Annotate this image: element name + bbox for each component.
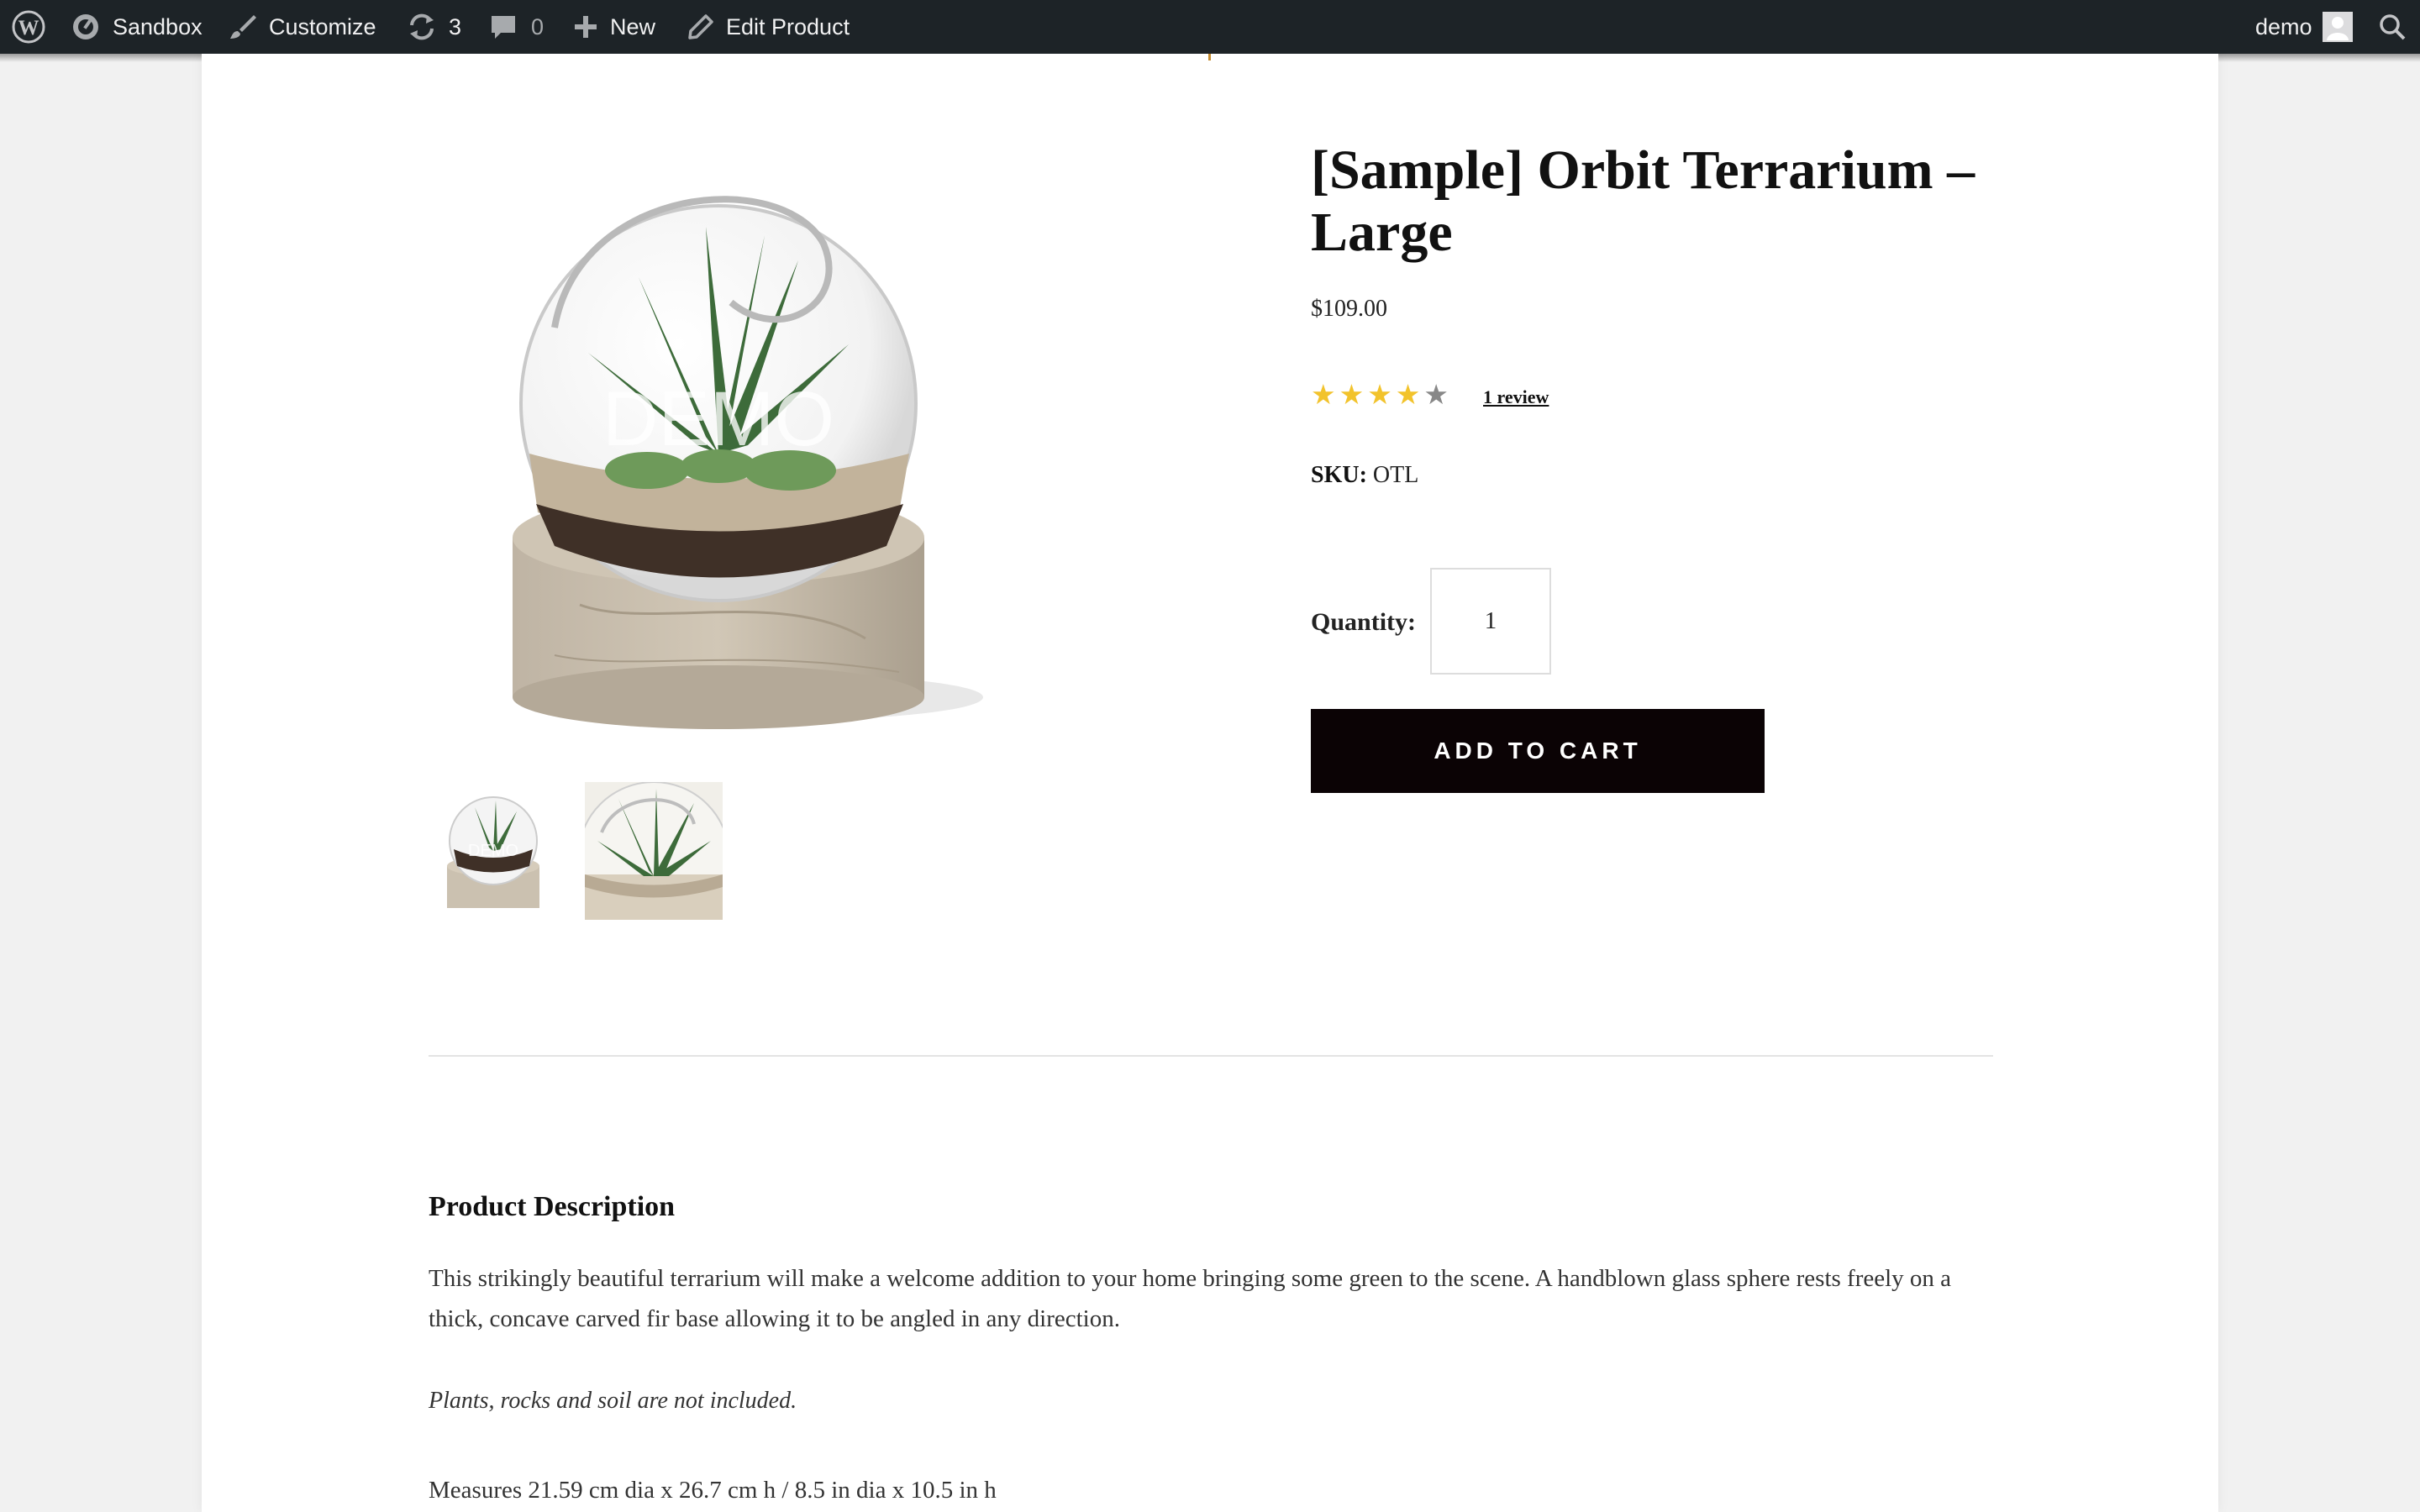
star-empty-icon: ★ (1423, 378, 1449, 411)
header-accent-line (1208, 54, 1211, 60)
customize-link[interactable]: Customize (229, 0, 376, 54)
description-heading: Product Description (429, 1191, 676, 1222)
add-to-cart-button[interactable]: ADD TO CART (1311, 709, 1765, 793)
user-avatar-icon (2326, 17, 2349, 40)
gallery-thumbnail-2[interactable] (585, 782, 723, 920)
search-button[interactable] (2378, 0, 2407, 54)
star-filled-icon: ★ (1311, 378, 1336, 411)
review-count-link[interactable]: 1 review (1483, 386, 1549, 408)
description-body: This strikingly beautiful terrarium will… (429, 1265, 1952, 1332)
site-name-menu[interactable]: Sandbox (71, 0, 203, 54)
search-icon (2380, 14, 2406, 40)
description-measures: Measures 21.59 cm dia x 26.7 cm h / 8.5 … (429, 1477, 997, 1504)
paintbrush-icon (230, 15, 256, 39)
terrarium-illustration: DEMO (513, 196, 983, 729)
svg-text:W: W (18, 17, 39, 39)
star-filled-icon: ★ (1339, 378, 1365, 411)
wordpress-logo-icon: W (12, 10, 45, 44)
sku-label: SKU: (1311, 462, 1367, 488)
edit-product-label: Edit Product (726, 13, 850, 39)
site-name-label: Sandbox (113, 13, 203, 39)
sku-row: SKU: OTL (1311, 462, 1418, 489)
plus-icon (575, 16, 597, 38)
product-title: [Sample] Orbit Terrarium – Large (1311, 139, 1975, 263)
thumbnail-terrarium-image: DEMO (429, 782, 566, 920)
star-filled-icon: ★ (1367, 378, 1392, 411)
description-note: Plants, rocks and soil are not included. (429, 1388, 797, 1414)
updates-refresh-icon (410, 13, 434, 40)
thumb-watermark: DEMO (468, 842, 518, 860)
demo-watermark: DEMO (602, 376, 834, 462)
comment-bubble-icon (492, 16, 515, 39)
dashboard-gauge-icon (73, 14, 98, 39)
admin-bar: W Sandbox Customize 3 0 New Edit Product… (0, 0, 2420, 54)
new-label: New (610, 13, 656, 39)
avatar (2322, 12, 2353, 42)
product-price: $109.00 (1311, 296, 1387, 322)
quantity-input[interactable] (1430, 568, 1551, 675)
star-rating: ★ ★ ★ ★ ★ (1311, 380, 1449, 410)
updates-link[interactable]: 3 (407, 0, 461, 54)
gallery-thumbnail-1[interactable]: DEMO (429, 782, 566, 920)
star-filled-icon: ★ (1395, 378, 1421, 411)
comments-link[interactable]: 0 (489, 0, 544, 54)
user-name: demo (2255, 13, 2312, 39)
quantity-label: Quantity: (1311, 608, 1417, 636)
section-divider (429, 1055, 1993, 1057)
thumbnail-closeup-image (585, 782, 723, 920)
edit-product-link[interactable]: Edit Product (687, 0, 850, 54)
updates-count: 3 (449, 13, 462, 39)
my-account-menu[interactable]: demo (2255, 0, 2353, 54)
wordpress-logo-button[interactable]: W (12, 0, 45, 54)
product-main-image[interactable]: DEMO (429, 134, 1092, 756)
customize-label: Customize (269, 13, 376, 39)
sku-value: OTL (1372, 462, 1419, 488)
new-content-menu[interactable]: New (573, 0, 655, 54)
comments-count: 0 (531, 13, 544, 39)
pencil-icon (688, 14, 713, 39)
